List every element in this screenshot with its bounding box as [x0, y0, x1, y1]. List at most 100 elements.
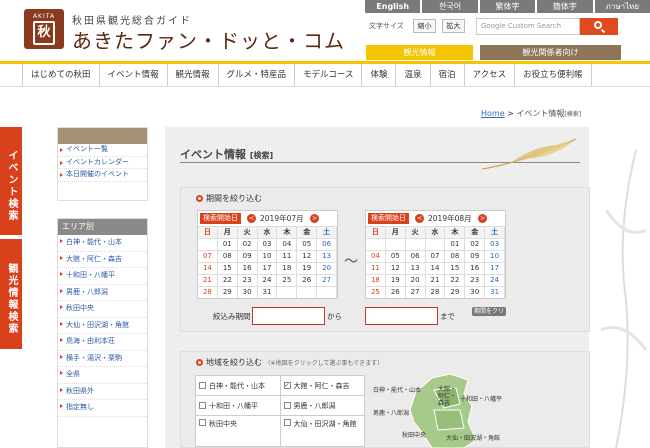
map-label-odate[interactable]: 大館・阿仁・森吉	[438, 386, 460, 407]
sidebar-link-event-calendar[interactable]: イベントカレンダー	[58, 157, 147, 169]
sidebar-area-item[interactable]: 白神・能代・山本	[58, 235, 147, 252]
calendar-day[interactable]: 29	[445, 286, 466, 298]
nav-onsen[interactable]: 温泉	[395, 64, 429, 86]
calendar-day[interactable]: 07	[198, 250, 218, 262]
calendar-day[interactable]: 09	[237, 250, 258, 262]
lang-thai[interactable]: ภาษาไทย	[594, 0, 650, 13]
calendar-day[interactable]: 05	[385, 250, 406, 262]
calendar-day[interactable]: 19	[385, 274, 406, 286]
area-checkbox[interactable]	[199, 382, 206, 389]
calendar-day[interactable]: 05	[297, 238, 318, 250]
tab-tourism-info[interactable]: 観光情報	[366, 45, 473, 60]
calendar-day[interactable]: 12	[297, 250, 318, 262]
calendar-day[interactable]: 15	[445, 262, 466, 274]
calendar-day[interactable]: 24	[485, 274, 505, 286]
map-label-daisen[interactable]: 大仙・田沢湖・角館	[446, 433, 500, 442]
calendar-day[interactable]: 30	[237, 286, 258, 298]
area-checkbox[interactable]	[199, 419, 206, 426]
calendar-day[interactable]: 17	[485, 262, 505, 274]
search-input[interactable]: Google Custom Search	[476, 18, 580, 35]
sidebar-area-item[interactable]: 大館・阿仁・森吉	[58, 252, 147, 268]
calendar-day[interactable]: 21	[198, 274, 218, 286]
site-title[interactable]: あきたファン・ドッと・コム	[72, 25, 345, 54]
calendar-day[interactable]: 22	[217, 274, 238, 286]
sidebar-area-item[interactable]: 男鹿・八郎潟	[58, 285, 147, 301]
calendar-day[interactable]: 02	[237, 238, 258, 250]
calendar-day[interactable]: 06	[317, 238, 337, 250]
area-option[interactable]: 十和田・八幡平	[196, 396, 280, 415]
nav-first-time[interactable]: はじめての秋田	[22, 64, 99, 86]
calendar-day[interactable]: 28	[198, 286, 218, 298]
period-clear-button[interactable]: 期間をクリア	[472, 307, 506, 324]
calendar-day[interactable]: 31	[257, 286, 278, 298]
calendar-day[interactable]: 31	[485, 286, 505, 298]
sidebar-area-item[interactable]: 秋田県外	[58, 384, 147, 400]
sidebar-area-item[interactable]: 鳥海・由利本荘	[58, 334, 147, 351]
calendar-day[interactable]: 27	[317, 274, 337, 286]
sidebar-area-item[interactable]: 大仙・田沢湖・角館	[58, 318, 147, 334]
calendar-day[interactable]: 24	[257, 274, 278, 286]
font-shrink-button[interactable]: 縮小	[413, 19, 436, 33]
sidebar-area-item[interactable]: 秋田中央	[58, 301, 147, 318]
calendar-day[interactable]: 11	[277, 250, 298, 262]
area-option[interactable]: 白神・能代・山本	[196, 376, 280, 395]
sidebar-area-item[interactable]: 全県	[58, 367, 147, 384]
area-option[interactable]: 大仙・田沢湖・角館	[280, 416, 364, 446]
calendar-start-prev-button[interactable]: <	[247, 214, 256, 223]
calendar-day[interactable]: 02	[465, 238, 486, 250]
nav-events[interactable]: イベント情報	[98, 64, 167, 86]
sidebar-link-today-events[interactable]: 本日開催のイベント	[58, 169, 147, 182]
calendar-day[interactable]: 27	[405, 286, 426, 298]
calendar-day[interactable]: 25	[277, 274, 298, 286]
calendar-day[interactable]: 03	[485, 238, 505, 250]
breadcrumb-home[interactable]: Home	[481, 109, 505, 118]
map-label-oga[interactable]: 男鹿・八郎潟	[373, 408, 409, 417]
sidebar-link-event-list[interactable]: イベント一覧	[58, 144, 147, 157]
calendar-day[interactable]: 25	[366, 286, 386, 298]
font-enlarge-button[interactable]: 拡大	[442, 19, 465, 33]
calendar-day[interactable]: 21	[425, 274, 446, 286]
sidebar-area-item[interactable]: 横手・湯沢・栗駒	[58, 351, 147, 367]
calendar-day[interactable]: 08	[217, 250, 238, 262]
calendar-day[interactable]: 20	[317, 262, 337, 274]
calendar-day[interactable]: 26	[385, 286, 406, 298]
nav-lodging[interactable]: 宿泊	[429, 64, 464, 86]
lang-english[interactable]: English	[365, 0, 421, 13]
calendar-end-prev-button[interactable]: <	[415, 214, 424, 223]
calendar-day[interactable]: 15	[217, 262, 238, 274]
calendar-day[interactable]: 06	[405, 250, 426, 262]
calendar-day[interactable]: 01	[445, 238, 466, 250]
calendar-day[interactable]: 20	[405, 274, 426, 286]
period-from-input[interactable]	[252, 307, 325, 325]
area-checkbox[interactable]: ✓	[283, 382, 291, 389]
side-tab-sightseeing-search[interactable]: 観光情報検索	[0, 239, 22, 349]
nav-gourmet[interactable]: グルメ・特産品	[217, 64, 295, 86]
calendar-day[interactable]: 18	[277, 262, 298, 274]
calendar-day[interactable]: 16	[237, 262, 258, 274]
calendar-day[interactable]: 29	[217, 286, 238, 298]
calendar-day[interactable]: 22	[445, 274, 466, 286]
calendar-day[interactable]: 10	[257, 250, 278, 262]
calendar-day[interactable]: 09	[465, 250, 486, 262]
calendar-day[interactable]: 14	[198, 262, 218, 274]
lang-simplified-chinese[interactable]: 簡体字	[537, 0, 593, 13]
area-checkbox[interactable]	[283, 402, 291, 409]
sidebar-area-item[interactable]: 指定無し	[58, 400, 147, 417]
calendar-day[interactable]: 17	[257, 262, 278, 274]
area-option[interactable]: 男鹿・八郎潟	[280, 396, 364, 415]
area-map[interactable]: 白神・能代・山本 大館・阿仁・森吉 十和田・八幡平 男鹿・八郎潟 秋田中央 大仙…	[372, 370, 504, 448]
calendar-day[interactable]: 07	[425, 250, 446, 262]
nav-model-course[interactable]: モデルコース	[294, 64, 361, 86]
calendar-day[interactable]: 01	[217, 238, 238, 250]
area-checkbox[interactable]	[199, 402, 206, 409]
area-checkbox[interactable]	[283, 419, 291, 426]
calendar-day[interactable]: 12	[385, 262, 406, 274]
calendar-day[interactable]: 23	[237, 274, 258, 286]
map-label-shirakami[interactable]: 白神・能代・山本	[373, 385, 421, 394]
calendar-day[interactable]: 28	[425, 286, 446, 298]
side-tab-event-search[interactable]: イベント検索	[0, 127, 22, 235]
calendar-day[interactable]: 14	[425, 262, 446, 274]
calendar-day[interactable]: 13	[405, 262, 426, 274]
calendar-day[interactable]: 10	[485, 250, 505, 262]
site-logo[interactable]: AKITA 秋	[24, 9, 64, 49]
